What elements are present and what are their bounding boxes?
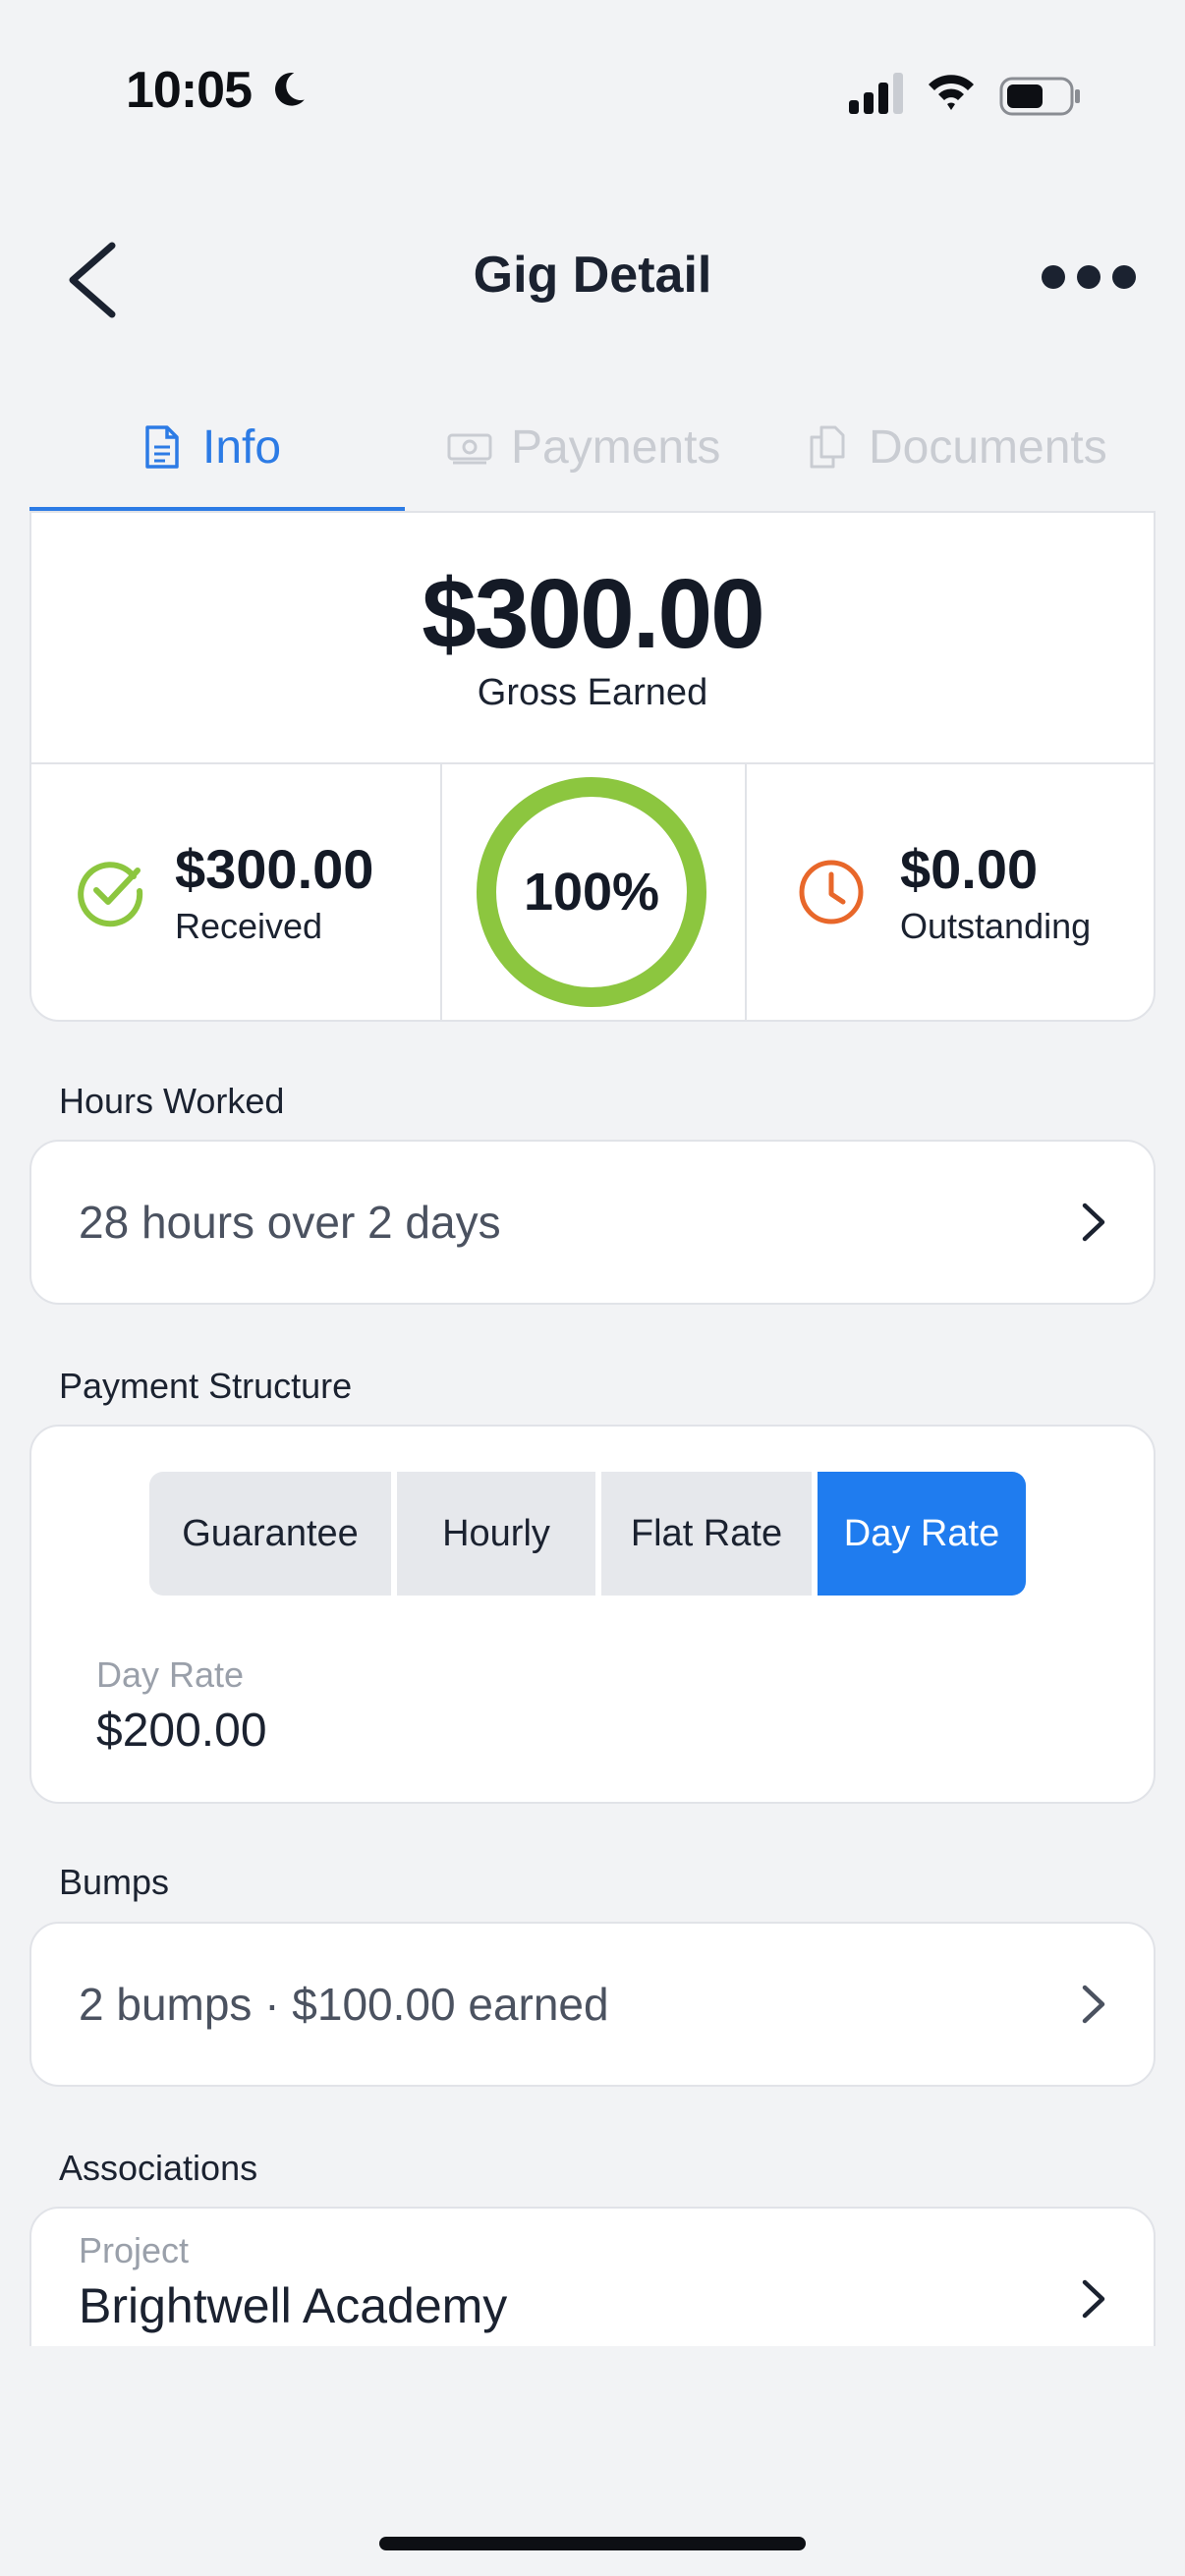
gross-earned-amount: $300.00 [422,559,764,669]
status-bar: 10:05 [0,0,1185,187]
home-indicator[interactable] [379,2537,806,2550]
progress-percentage: 100% [523,863,660,922]
battery-icon [999,77,1080,116]
cellular-signal-icon [849,73,903,114]
clock-icon [799,860,864,924]
outstanding-label: Outstanding [900,906,1092,946]
chevron-right-icon [1082,2279,1105,2319]
chevron-right-icon [1082,1203,1105,1242]
earnings-summary-card: $300.00 Gross Earned $300.00 Received 10… [29,511,1156,1022]
tab-info-label: Info [202,420,282,474]
received-amount: $300.00 [175,838,374,900]
bumps-value: 2 bumps · $100.00 earned [79,1979,609,2030]
more-options-icon[interactable] [1042,255,1136,299]
tab-info[interactable]: Info [138,381,281,513]
tab-payments-label: Payments [511,420,721,474]
divider [745,764,747,1022]
payment-structure-heading: Payment Structure [59,1366,353,1406]
day-rate-label: Day Rate [96,1654,245,1695]
outstanding-amount: $0.00 [900,838,1039,900]
wifi-icon [929,75,974,110]
bumps-heading: Bumps [59,1862,170,1902]
tab-documents[interactable]: Documents [804,381,1107,513]
payment-type-segmented-control: Guarantee Hourly Flat Rate Day Rate [149,1472,1034,1596]
payment-structure-card: Guarantee Hourly Flat Rate Day Rate Day … [29,1425,1156,1804]
segment-guarantee[interactable]: Guarantee [149,1472,391,1596]
project-value: Brightwell Academy [79,2278,508,2333]
segment-hourly[interactable]: Hourly [397,1472,595,1596]
divider [31,762,1154,764]
moon-icon [275,73,305,106]
hours-worked-row[interactable]: 28 hours over 2 days [29,1140,1156,1305]
project-label: Project [79,2230,190,2270]
chevron-right-icon [1082,1985,1105,2024]
check-circle-icon [78,862,143,927]
tab-bar: Info Payments Documents [29,381,1156,513]
divider [440,764,442,1022]
status-time: 10:05 [126,62,253,119]
hours-worked-heading: Hours Worked [59,1081,285,1121]
tab-documents-label: Documents [869,420,1107,474]
associations-heading: Associations [59,2148,258,2188]
bumps-row[interactable]: 2 bumps · $100.00 earned [29,1922,1156,2087]
page-title: Gig Detail [473,247,712,304]
received-label: Received [175,906,323,946]
money-icon [447,433,492,465]
segment-day-rate[interactable]: Day Rate [818,1472,1026,1596]
documents-icon [810,425,845,469]
tab-payments[interactable]: Payments [446,381,720,513]
hours-worked-value: 28 hours over 2 days [79,1197,501,1248]
day-rate-value[interactable]: $200.00 [96,1704,267,1758]
document-icon [145,425,179,469]
segment-flat-rate[interactable]: Flat Rate [601,1472,812,1596]
gross-earned-label: Gross Earned [477,672,708,713]
